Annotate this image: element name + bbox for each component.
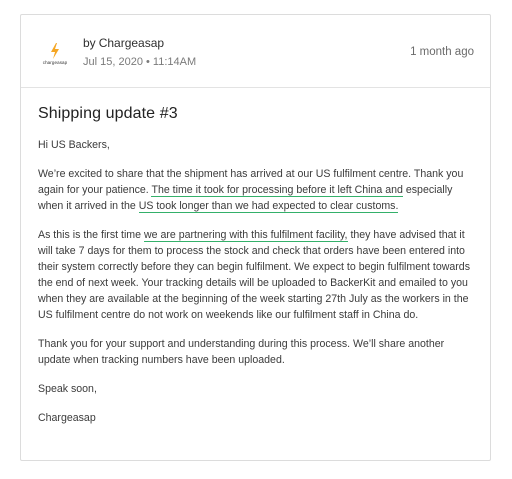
post-header: chargeasap by Chargeasap Jul 15, 2020 • 1… [21, 15, 490, 87]
paragraph-3: Thank you for your support and understan… [38, 338, 445, 366]
relative-timestamp: 1 month ago [410, 46, 474, 58]
header-divider [21, 87, 490, 88]
signoff: Speak soon, [38, 383, 97, 395]
highlight-new-facility: we are partnering with this fulfilment f… [143, 229, 348, 242]
post-date: Jul 15, 2020 • 11:14AM [83, 56, 197, 68]
paragraph-2: As this is the first time we are partner… [38, 227, 478, 323]
highlight-customs-delay: US took longer than we had expected to c… [138, 200, 399, 213]
highlight-processing-time: The time it took for processing before i… [151, 184, 403, 197]
update-card: chargeasap by Chargeasap Jul 15, 2020 • 1… [20, 14, 491, 461]
author-avatar[interactable]: chargeasap [39, 38, 71, 70]
byline-prefix: by [83, 36, 96, 50]
post-body: Shipping update #3 Hi US Backers, We’re … [38, 105, 478, 439]
author-byline: by Chargeasap [83, 36, 164, 50]
logo-text: chargeasap [42, 60, 68, 65]
greeting-paragraph: Hi US Backers, [38, 139, 110, 151]
post-title: Shipping update #3 [38, 105, 178, 122]
paragraph-2-text-b: they have advised that it will take 7 da… [38, 229, 470, 321]
paragraph-1: We’re excited to share that the shipment… [38, 166, 478, 214]
lightning-bolt-icon [51, 43, 59, 59]
author-name-link[interactable]: Chargeasap [99, 36, 164, 50]
paragraph-2-text-a: As this is the first time [38, 229, 144, 241]
signature: Chargeasap [38, 412, 96, 424]
